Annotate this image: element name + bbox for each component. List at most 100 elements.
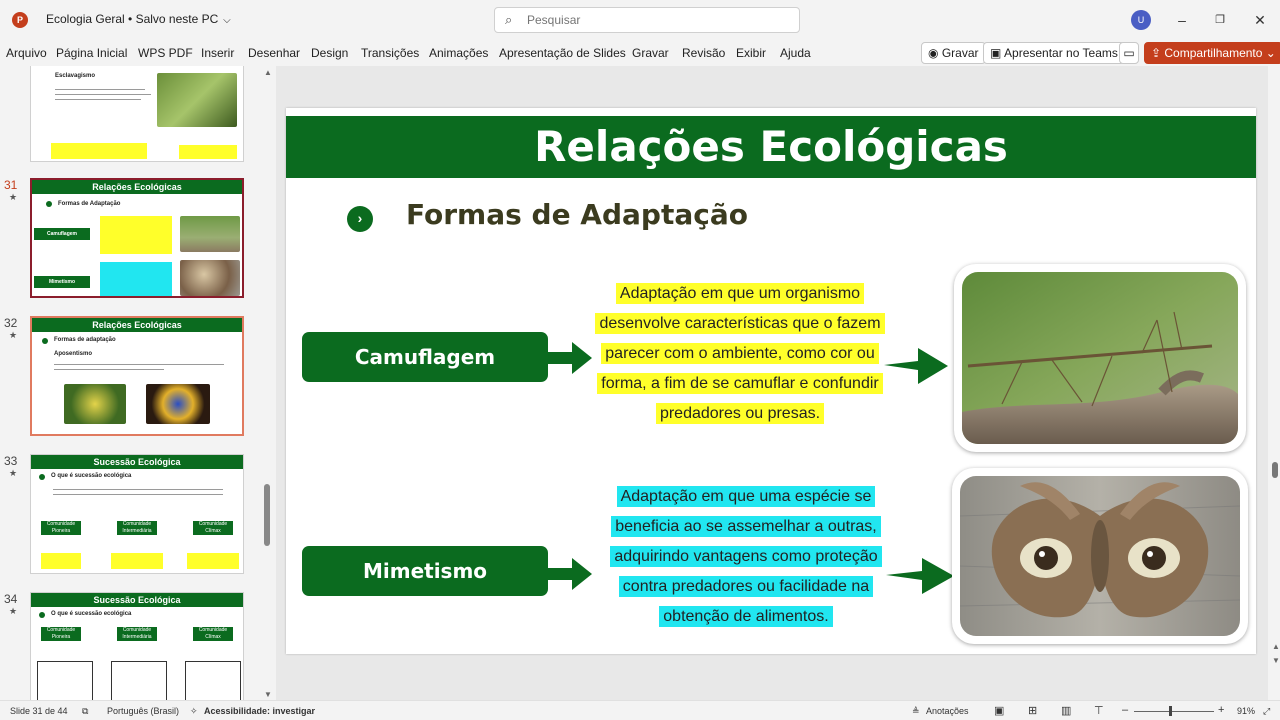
tab-desenhar[interactable]: Desenhar [248, 46, 300, 60]
notes-icon: ≜ [912, 706, 920, 716]
tab-wps-pdf[interactable]: WPS PDF [138, 46, 193, 60]
slide-title[interactable]: Relações Ecológicas [286, 116, 1256, 178]
thumb-title: Sucessão Ecológica [31, 455, 243, 469]
thumb-box: Comunidade Intermediária [117, 521, 157, 535]
thumb-stick-photo [180, 216, 240, 252]
thumb-bullet-icon [46, 201, 52, 207]
fit-to-window-icon[interactable]: ⤢ [1263, 706, 1270, 717]
slideshow-icon[interactable]: ⊤ [1094, 704, 1104, 717]
thumb-highlight [179, 145, 237, 159]
tab-inserir[interactable]: Inserir [201, 46, 234, 60]
slide-thumbnail-pane: Esclavagismo 31 ★ Relações Ecológicas Fo… [0, 66, 262, 700]
comments-button[interactable]: ▭ [1119, 42, 1139, 64]
zoom-in-icon[interactable]: + [1218, 704, 1224, 716]
zoom-slider[interactable] [1134, 711, 1214, 712]
thumb-sub: Esclavagismo [55, 73, 96, 79]
tab-animacoes[interactable]: Animações [429, 46, 488, 60]
tab-arquivo[interactable]: Arquivo [6, 46, 47, 60]
prev-slide-icon[interactable]: ▲ [1272, 642, 1280, 651]
slide-thumbnail-31[interactable]: Relações Ecológicas Formas de Adaptação … [30, 178, 244, 298]
thumbnail-scrollbar[interactable] [264, 484, 270, 546]
minimize-icon[interactable]: – [1172, 10, 1192, 30]
restore-icon[interactable]: ❐ [1210, 10, 1230, 30]
thumb-drawing [111, 661, 167, 700]
accessibility-icon: ✧ [190, 706, 198, 716]
tab-revisao[interactable]: Revisão [682, 46, 725, 60]
zoom-slider-thumb[interactable] [1169, 706, 1172, 716]
record-icon: ◉ [928, 46, 942, 60]
search-input[interactable] [527, 11, 787, 29]
slide[interactable]: Relações Ecológicas › Formas de Adaptaçã… [286, 108, 1256, 654]
slide-thumbnail-32[interactable]: Relações Ecológicas Formas de adaptação … [30, 316, 244, 436]
slide-thumbnail-34[interactable]: Sucessão Ecológica O que é sucessão ecol… [30, 592, 244, 700]
ribbon-tabs: Arquivo Página Inicial WPS PDF Inserir D… [0, 40, 1280, 66]
record-button[interactable]: ◉ Gravar [921, 42, 986, 64]
arrow-right-icon [886, 558, 954, 594]
scroll-down-icon[interactable]: ▼ [264, 690, 272, 699]
teams-label: Apresentar no Teams [1004, 46, 1118, 60]
scroll-up-icon[interactable]: ▲ [264, 68, 272, 77]
canvas-scrollbar[interactable]: ▲ ▼ [1270, 66, 1280, 700]
thumb-sub: Formas de Adaptação [58, 201, 121, 207]
camuflagem-label-box[interactable]: Camuflagem [302, 332, 548, 382]
thumb-text-line [54, 364, 224, 365]
mimetismo-label-box[interactable]: Mimetismo [302, 546, 548, 596]
tab-exibir[interactable]: Exibir [736, 46, 766, 60]
language-status[interactable]: Português (Brasil) [107, 706, 179, 716]
record-label: Gravar [941, 46, 979, 60]
tab-design[interactable]: Design [311, 46, 348, 60]
animation-star-icon: ★ [9, 192, 18, 202]
thumb-frog-photo [64, 384, 126, 424]
tab-apresentacao-slides[interactable]: Apresentação de Slides [499, 46, 626, 60]
powerpoint-logo-icon: P [12, 12, 28, 28]
tab-gravar[interactable]: Gravar [632, 46, 669, 60]
stick-insect-photo-frame[interactable] [954, 264, 1246, 452]
thumb-number: 32 [4, 316, 18, 330]
thumb-box: Comunidade Clímax [193, 521, 233, 535]
close-icon[interactable]: ✕ [1250, 10, 1270, 30]
thumb-sub: Formas de adaptação [54, 337, 116, 343]
slide-thumbnail-prev[interactable]: Esclavagismo [30, 66, 244, 162]
search-box[interactable]: ⌕ [494, 7, 800, 33]
next-slide-icon[interactable]: ▼ [1272, 656, 1280, 665]
thumb-drawing [185, 661, 241, 700]
tab-pagina-inicial[interactable]: Página Inicial [56, 46, 127, 60]
notes-button[interactable]: Anotações [926, 706, 969, 716]
section-title[interactable]: Formas de Adaptação [406, 198, 748, 231]
accessibility-status[interactable]: Acessibilidade: investigar [204, 706, 315, 716]
arrow-right-icon [548, 342, 592, 374]
zoom-out-icon[interactable]: – [1122, 704, 1128, 716]
thumb-text-line [55, 99, 141, 100]
tab-ajuda[interactable]: Ajuda [780, 46, 811, 60]
thumb-box: Comunidade Clímax [193, 627, 233, 641]
share-button[interactable]: ⇪ Compartilhamento ⌄ [1144, 42, 1280, 64]
camuflagem-description[interactable]: Adaptação em que um organismo desenvolve… [590, 279, 890, 429]
reading-view-icon[interactable]: ▥ [1061, 704, 1071, 717]
moth-photo-frame[interactable] [952, 468, 1248, 644]
chevron-down-icon: ⌵ [220, 15, 231, 26]
stick-insect-photo [962, 272, 1238, 444]
arrow-right-icon [548, 558, 592, 590]
slide-sorter-icon[interactable]: ⊞ [1028, 704, 1037, 717]
thumb-highlight [100, 262, 172, 296]
thumb-number: 34 [4, 592, 18, 606]
thumb-box: Camuflagem [34, 228, 90, 240]
zoom-level[interactable]: 91% [1237, 706, 1255, 716]
present-teams-button[interactable]: ▣ Apresentar no Teams [983, 42, 1125, 64]
tab-transicoes[interactable]: Transições [361, 46, 419, 60]
spellcheck-icon[interactable]: ⧉ [82, 706, 88, 717]
document-title[interactable]: Ecologia Geral • Salvo neste PC ⌵ [46, 12, 231, 26]
animation-star-icon: ★ [9, 468, 18, 478]
thumb-text-line [54, 369, 164, 370]
slide-thumbnail-33[interactable]: Sucessão Ecológica O que é sucessão ecol… [30, 454, 244, 574]
thumb-bullet-icon [42, 338, 48, 344]
bullet-chevron-icon: › [347, 206, 373, 232]
stick-insect-image [962, 272, 1238, 444]
mimetismo-description[interactable]: Adaptação em que uma espécie se benefici… [596, 482, 896, 632]
normal-view-icon[interactable]: ▣ [994, 704, 1004, 717]
title-bar: P Ecologia Geral • Salvo neste PC ⌵ ⌕ U … [0, 0, 1280, 40]
canvas-scrollbar-thumb[interactable] [1272, 462, 1278, 478]
avatar[interactable]: U [1131, 10, 1151, 30]
thumb-text-line [55, 89, 145, 90]
mimetismo-description-text: Adaptação em que uma espécie se benefici… [610, 486, 882, 627]
